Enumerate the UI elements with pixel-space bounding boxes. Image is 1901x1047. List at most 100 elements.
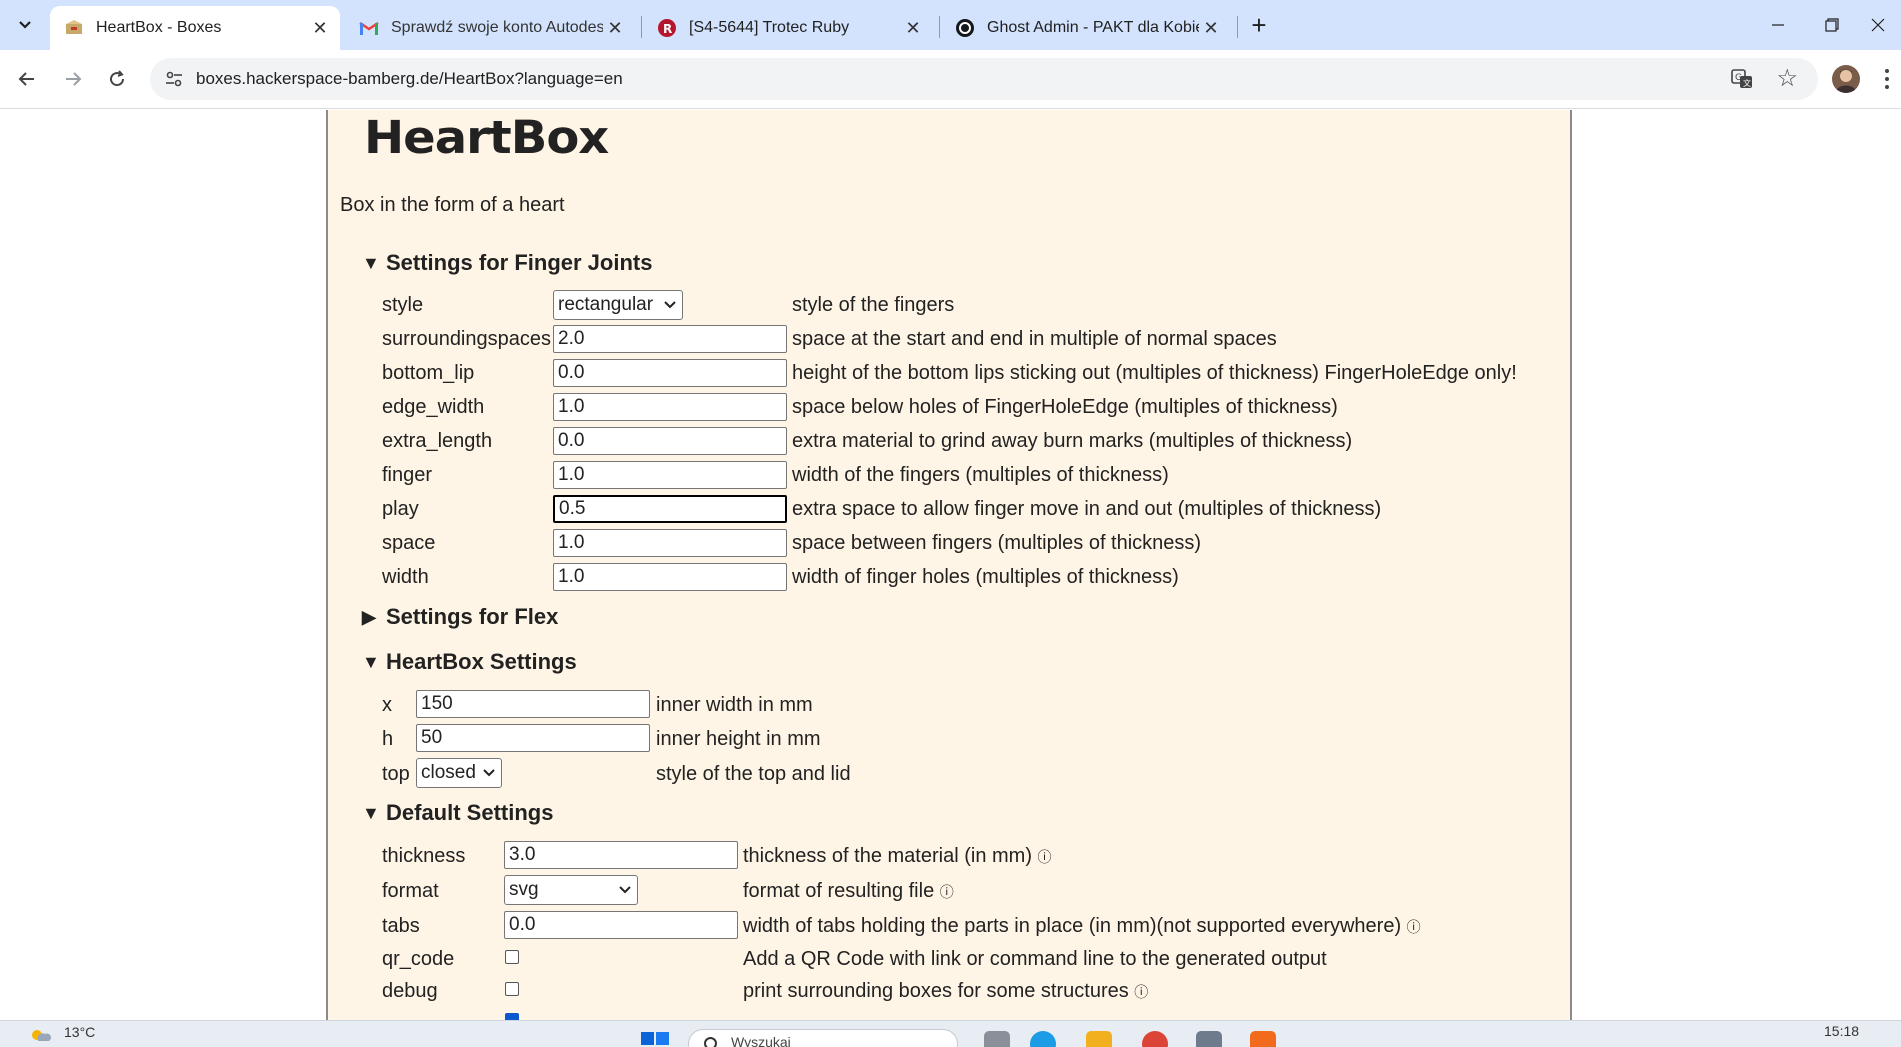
info-icon[interactable]: ⓘ xyxy=(1407,919,1421,935)
svg-text:R: R xyxy=(663,22,672,36)
page-description: Box in the form of a heart xyxy=(340,194,565,216)
section-finger-joints[interactable]: ▼ Settings for Finger Joints xyxy=(362,250,652,276)
hint-surroundingspaces: space at the start and end in multiple o… xyxy=(792,328,1277,350)
tab-search-button[interactable] xyxy=(10,10,40,40)
qr-code-checkbox[interactable] xyxy=(505,950,519,964)
hint-top: style of the top and lid xyxy=(656,763,851,785)
label-extra-length: extra_length xyxy=(382,430,493,452)
restore-button[interactable] xyxy=(1812,8,1852,42)
tab-heartbox[interactable]: HeartBox - Boxes ✕ xyxy=(50,6,340,50)
label-style: style xyxy=(382,294,424,316)
label-h: h xyxy=(382,728,394,750)
site-info-icon[interactable] xyxy=(164,69,184,89)
label-edge-width: edge_width xyxy=(382,396,485,418)
clock: 15:18 xyxy=(1824,1023,1860,1039)
search-placeholder: Wyszukaj xyxy=(731,1034,791,1047)
temperature: 13°C xyxy=(64,1024,96,1040)
label-format: format xyxy=(382,880,439,902)
bookmark-star-icon[interactable]: ☆ xyxy=(1776,64,1798,93)
taskbar-search[interactable]: Wyszukaj xyxy=(688,1029,958,1047)
section-heartbox-settings[interactable]: ▼ HeartBox Settings xyxy=(362,649,577,675)
hint-extra-length: extra material to grind away burn marks … xyxy=(792,430,1353,452)
format-select[interactable]: svg xyxy=(504,875,638,905)
tab-divider xyxy=(939,16,940,38)
chevron-down-icon xyxy=(483,769,495,777)
triangle-down-icon: ▼ xyxy=(362,252,380,273)
windows-start-icon[interactable] xyxy=(640,1031,670,1047)
fusion-icon[interactable] xyxy=(1250,1031,1276,1047)
address-bar[interactable]: boxes.hackerspace-bamberg.de/HeartBox?la… xyxy=(150,58,1818,100)
info-icon[interactable]: ⓘ xyxy=(1038,849,1052,865)
info-icon[interactable]: ⓘ xyxy=(1134,984,1148,1000)
reload-icon xyxy=(110,70,125,87)
extra-length-input[interactable] xyxy=(553,427,787,455)
edge-icon[interactable] xyxy=(1030,1031,1056,1047)
tab-trotec[interactable]: R [S4-5644] Trotec Ruby ✕ xyxy=(643,6,933,50)
arrow-left-icon xyxy=(18,72,34,86)
task-view-icon[interactable] xyxy=(984,1031,1010,1047)
h-input[interactable] xyxy=(416,724,650,752)
close-icon[interactable]: ✕ xyxy=(603,16,627,40)
close-icon[interactable]: ✕ xyxy=(308,16,332,40)
translate-icon[interactable]: G文 xyxy=(1730,67,1754,91)
tab-ghost[interactable]: Ghost Admin - PAKT dla Kobiet ✕ xyxy=(941,6,1231,50)
tabs-input[interactable] xyxy=(504,911,738,939)
section-flex[interactable]: ▶ Settings for Flex xyxy=(362,604,558,630)
triangle-down-icon: ▼ xyxy=(362,651,380,672)
hint-thickness: thickness of the material (in mm) ⓘ xyxy=(743,845,1052,867)
label-finger: finger xyxy=(382,464,433,486)
minimize-button[interactable] xyxy=(1758,8,1798,42)
close-icon xyxy=(1871,18,1885,32)
finger-input[interactable] xyxy=(553,461,787,489)
width-input[interactable] xyxy=(553,563,787,591)
labels-checkbox[interactable] xyxy=(505,1013,519,1020)
weather-icon[interactable] xyxy=(28,1025,52,1045)
section-default-settings[interactable]: ▼ Default Settings xyxy=(362,800,553,826)
label-x: x xyxy=(382,694,392,716)
heartbox-logo: HeartBox xyxy=(364,111,609,165)
space-input[interactable] xyxy=(553,529,787,557)
menu-kebab-icon[interactable] xyxy=(1880,64,1894,94)
triangle-right-icon: ▶ xyxy=(362,606,376,627)
hint-x: inner width in mm xyxy=(656,694,813,716)
info-icon[interactable]: ⓘ xyxy=(940,884,954,900)
top-select[interactable]: closed xyxy=(416,758,502,788)
bottom-lip-input[interactable] xyxy=(553,359,787,387)
restore-icon xyxy=(1825,18,1839,32)
x-input[interactable] xyxy=(416,690,650,718)
url-text: boxes.hackerspace-bamberg.de/HeartBox?la… xyxy=(196,69,623,88)
forward-button[interactable] xyxy=(56,62,90,96)
tab-title: Sprawdź swoje konto Autodesk xyxy=(391,19,603,36)
tab-title: HeartBox - Boxes xyxy=(96,19,222,36)
hint-qr-code: Add a QR Code with link or command line … xyxy=(743,948,1327,970)
close-icon[interactable]: ✕ xyxy=(901,16,925,40)
edge-width-input[interactable] xyxy=(553,393,787,421)
profile-avatar[interactable] xyxy=(1832,65,1860,93)
label-bottom-lip: bottom_lip xyxy=(382,362,475,384)
surroundingspaces-input[interactable] xyxy=(553,325,787,353)
label-thickness: thickness xyxy=(382,845,466,867)
chrome-icon[interactable] xyxy=(1142,1031,1168,1047)
label-width: width xyxy=(382,566,429,588)
style-select[interactable]: rectangular xyxy=(553,290,683,320)
label-tabs: tabs xyxy=(382,915,420,937)
tab-title: [S4-5644] Trotec Ruby xyxy=(689,19,850,36)
folder-icon[interactable] xyxy=(1086,1031,1112,1047)
label-surroundingspaces: surroundingspaces xyxy=(382,328,551,350)
new-tab-button[interactable]: + xyxy=(1244,10,1274,40)
tab-divider xyxy=(1237,16,1238,38)
thickness-input[interactable] xyxy=(504,841,738,869)
play-input[interactable] xyxy=(553,495,787,523)
debug-checkbox[interactable] xyxy=(505,982,519,996)
hint-width: width of finger holes (multiples of thic… xyxy=(792,566,1179,588)
back-button[interactable] xyxy=(10,62,44,96)
tab-autodesk[interactable]: Sprawdź swoje konto Autodesk ✕ xyxy=(345,6,635,50)
app-icon[interactable] xyxy=(1196,1031,1222,1047)
close-window-button[interactable] xyxy=(1858,8,1898,42)
hint-style: style of the fingers xyxy=(792,294,955,316)
reload-button[interactable] xyxy=(100,62,134,96)
close-icon[interactable]: ✕ xyxy=(1199,16,1223,40)
page-viewport: HeartBox Box in the form of a heart ▼ Se… xyxy=(0,110,1901,1020)
label-qr-code: qr_code xyxy=(382,948,455,970)
hint-tabs: width of tabs holding the parts in place… xyxy=(743,915,1421,937)
